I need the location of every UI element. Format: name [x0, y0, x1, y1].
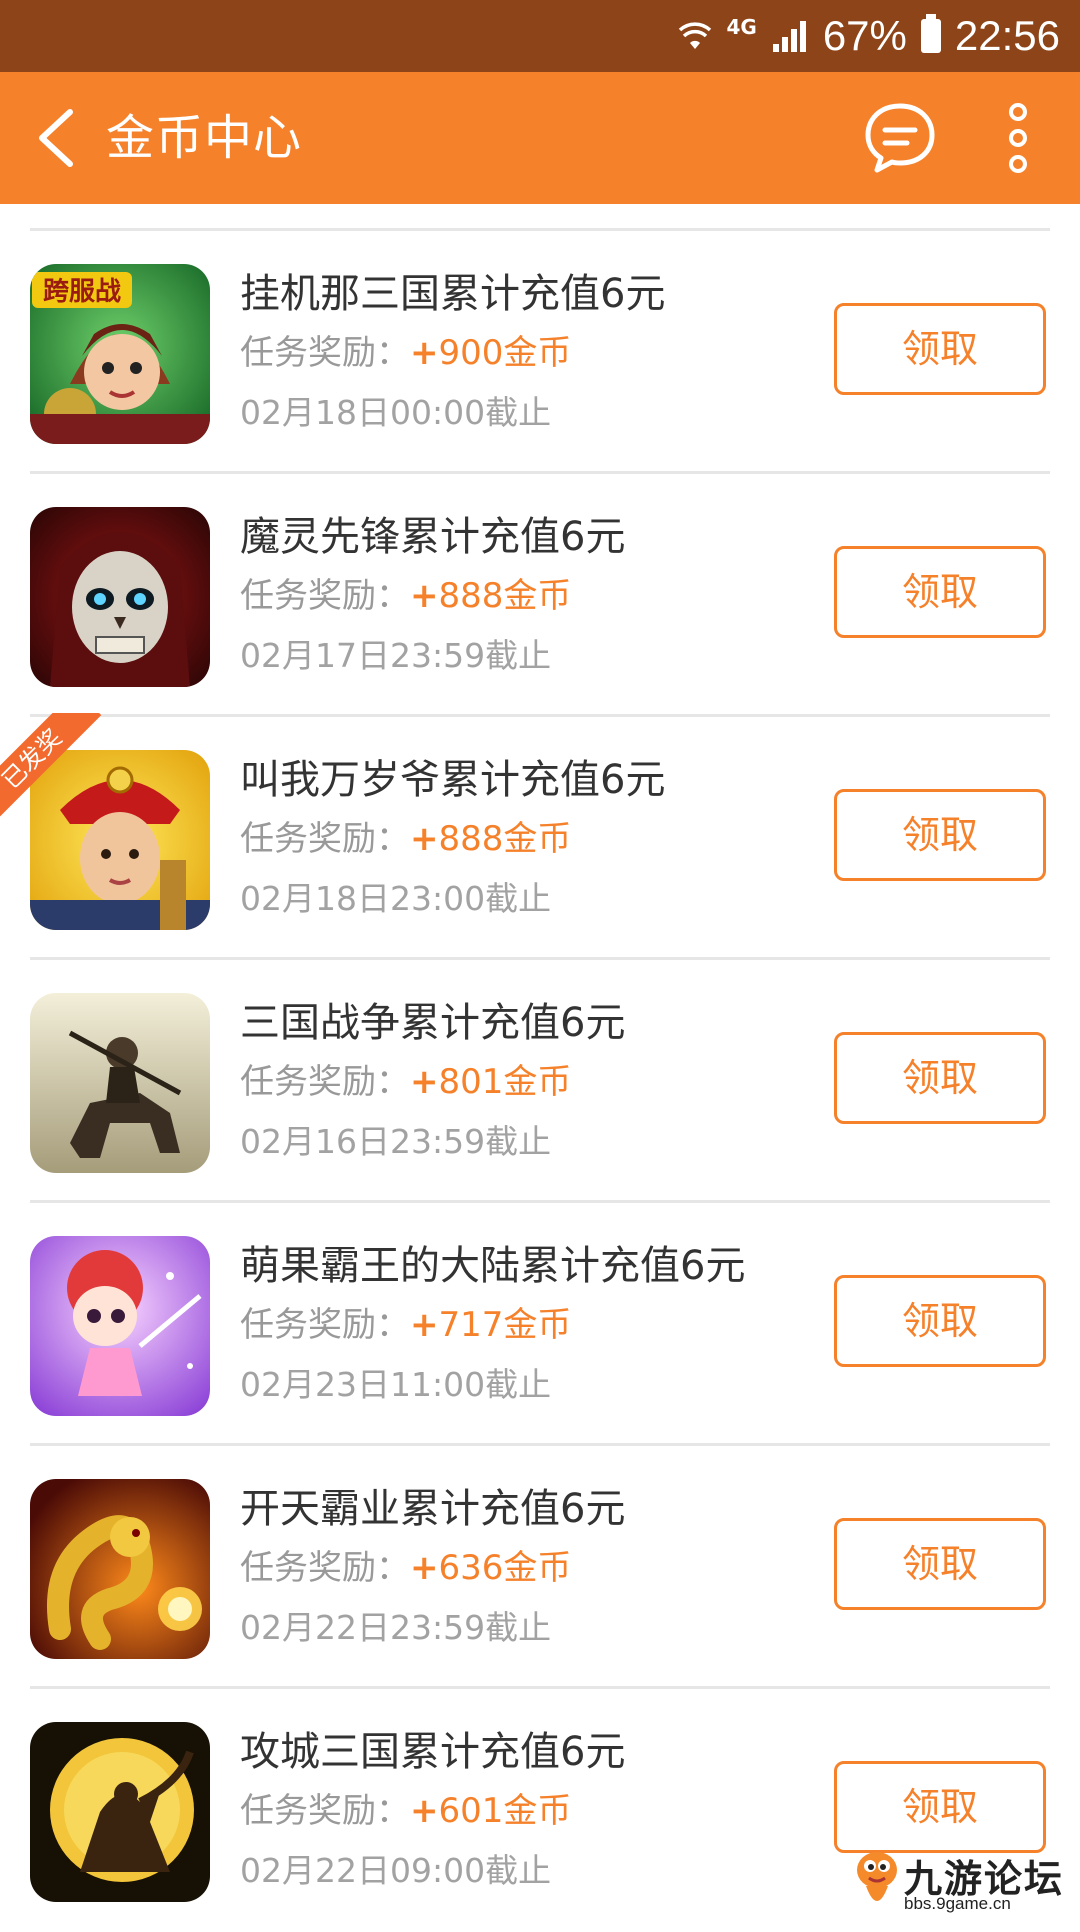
plus-icon: + — [410, 1548, 439, 1588]
back-arrow-icon — [39, 109, 73, 167]
reward-amount: 801金币 — [438, 1062, 572, 1102]
reward-amount: 900金币 — [438, 333, 572, 373]
reward-label: 任务奖励： — [240, 333, 410, 373]
task-title: 叫我万岁爷累计充值6元 — [240, 757, 666, 803]
signal-icon — [772, 21, 806, 52]
plus-icon: + — [410, 333, 439, 373]
wifi-icon — [679, 22, 712, 49]
reward-label: 任务奖励： — [240, 1062, 410, 1102]
more-vertical-icon — [1009, 103, 1027, 173]
plus-icon: + — [410, 1305, 439, 1345]
network-type: 4G — [726, 15, 757, 39]
claim-button[interactable]: 领取 — [834, 1761, 1046, 1853]
reward-amount: 601金币 — [438, 1791, 572, 1831]
claim-button[interactable]: 领取 — [834, 1518, 1046, 1610]
task-reward: 任务奖励：+888金币 — [240, 568, 571, 617]
plus-icon: + — [410, 576, 439, 616]
game-icon[interactable] — [30, 1479, 210, 1659]
task-reward: 任务奖励：+888金币 — [240, 811, 571, 860]
task-reward: 任务奖励：+900金币 — [240, 325, 571, 374]
claim-button[interactable]: 领取 — [834, 789, 1046, 881]
reward-label: 任务奖励： — [240, 1548, 410, 1588]
task-deadline: 02月22日09:00截止 — [240, 1851, 552, 1890]
plus-icon: + — [410, 1062, 439, 1102]
reward-amount: 636金币 — [438, 1548, 572, 1588]
task-deadline: 02月17日23:59截止 — [240, 636, 552, 675]
mascot-icon — [857, 1852, 897, 1901]
page-title: 金币中心 — [106, 110, 303, 166]
task-deadline: 02月23日11:00截止 — [240, 1365, 552, 1404]
game-icon[interactable] — [30, 1722, 210, 1902]
task-row: 已发奖 叫我万岁爷累计充值6元 任务奖励：+888金币 02月18日23:00截… — [0, 713, 1080, 960]
task-row: 萌果霸王的大陆累计充值6元 任务奖励：+717金币 02月23日11:00截止 … — [0, 1203, 1080, 1446]
task-title: 开天霸业累计充值6元 — [240, 1486, 626, 1532]
status-bar-indicators: 4G 67% 22:56 — [678, 0, 1060, 72]
svg-text:跨服战: 跨服战 — [43, 277, 121, 307]
game-icon[interactable] — [30, 507, 210, 687]
claim-button[interactable]: 领取 — [834, 1032, 1046, 1124]
battery-icon — [920, 14, 941, 53]
task-row: 跨服战 挂机那三国累计充值6元 任务奖励：+900金币 02月18日00:00截… — [0, 231, 1080, 474]
game-icon[interactable] — [30, 1236, 210, 1416]
task-title: 攻城三国累计充值6元 — [240, 1729, 626, 1775]
reward-label: 任务奖励： — [240, 576, 410, 616]
task-row: 开天霸业累计充值6元 任务奖励：+636金币 02月22日23:59截止 领取 — [0, 1446, 1080, 1689]
reward-amount: 717金币 — [438, 1305, 572, 1345]
message-icon — [865, 103, 935, 173]
reward-amount: 888金币 — [438, 819, 572, 859]
plus-icon: + — [410, 819, 439, 859]
task-reward: 任务奖励：+601金币 — [240, 1783, 571, 1832]
task-title: 魔灵先锋累计充值6元 — [240, 514, 626, 560]
game-icon[interactable] — [30, 993, 210, 1173]
back-button[interactable] — [26, 98, 106, 178]
reward-label: 任务奖励： — [240, 1305, 410, 1345]
reward-amount: 888金币 — [438, 576, 572, 616]
message-button[interactable] — [860, 98, 940, 178]
task-row: 三国战争累计充值6元 任务奖励：+801金币 02月16日23:59截止 领取 — [0, 960, 1080, 1203]
task-title: 三国战争累计充值6元 — [240, 1000, 626, 1046]
task-deadline: 02月18日23:00截止 — [240, 879, 552, 918]
task-deadline: 02月18日00:00截止 — [240, 393, 552, 432]
plus-icon: + — [410, 1791, 439, 1831]
status-bar: 4G 67% 22:56 — [0, 0, 1080, 72]
claim-button[interactable]: 领取 — [834, 1275, 1046, 1367]
task-deadline: 02月16日23:59截止 — [240, 1122, 552, 1161]
watermark-url: bbs.9game.cn — [904, 1894, 1011, 1913]
app-bar: 金币中心 — [0, 72, 1080, 204]
game-icon[interactable] — [30, 750, 210, 930]
task-title: 萌果霸王的大陆累计充值6元 — [240, 1243, 746, 1289]
game-icon[interactable]: 跨服战 — [30, 264, 210, 444]
task-deadline: 02月22日23:59截止 — [240, 1608, 552, 1647]
task-reward: 任务奖励：+636金币 — [240, 1540, 571, 1589]
task-reward: 任务奖励：+717金币 — [240, 1297, 571, 1346]
watermark: 九游论坛 bbs.9game.cn — [852, 1846, 1070, 1916]
task-reward: 任务奖励：+801金币 — [240, 1054, 571, 1103]
reward-label: 任务奖励： — [240, 1791, 410, 1831]
task-row: 魔灵先锋累计充值6元 任务奖励：+888金币 02月17日23:59截止 领取 — [0, 474, 1080, 717]
task-title: 挂机那三国累计充值6元 — [240, 271, 666, 317]
battery-percent: 67% — [822, 12, 907, 59]
more-options-button[interactable] — [990, 98, 1046, 178]
reward-label: 任务奖励： — [240, 819, 410, 859]
claim-button[interactable]: 领取 — [834, 546, 1046, 638]
claim-button[interactable]: 领取 — [834, 303, 1046, 395]
clock: 22:56 — [954, 12, 1060, 59]
